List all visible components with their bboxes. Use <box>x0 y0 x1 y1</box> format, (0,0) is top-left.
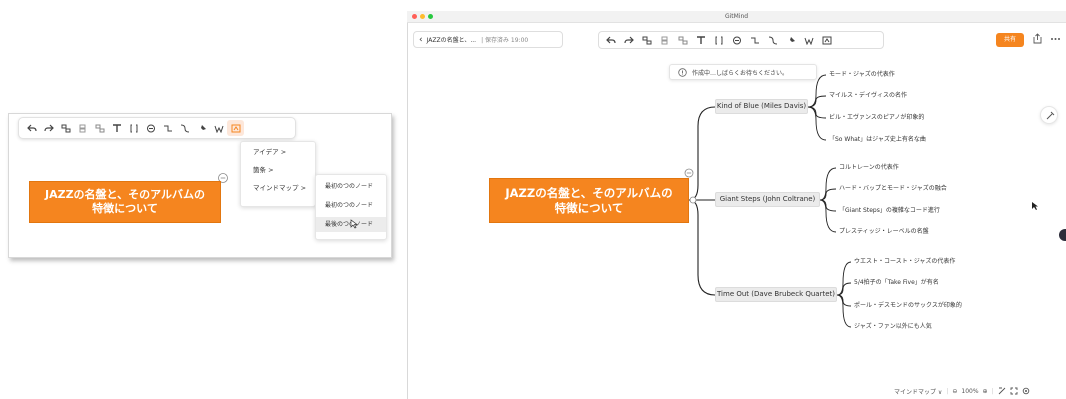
leaf-node[interactable]: ビル・エヴァンスのピアノが印象的 <box>829 114 924 122</box>
leaf-node[interactable]: 5/4拍子の「Take Five」が有名 <box>854 279 939 287</box>
leaf-node[interactable]: ジャズ・ファン以外にも人気 <box>854 323 932 331</box>
leaf-node[interactable]: ポール・デスモンドのサックスが印象的 <box>854 302 962 310</box>
divider: | <box>991 387 994 395</box>
leaf-node[interactable]: コルトレーンの代表作 <box>839 164 899 172</box>
album-node[interactable]: Giant Steps (John Coltrane) <box>715 192 820 207</box>
style-icon[interactable] <box>998 387 1006 395</box>
settings-icon[interactable] <box>1022 387 1030 395</box>
mouse-cursor-icon <box>1032 202 1038 210</box>
leaf-node[interactable]: マイルス・デイヴィスの名作 <box>829 92 907 100</box>
zoom-out-button[interactable]: ⊖ <box>952 388 957 395</box>
leaf-node[interactable]: 「Giant Steps」の複雑なコード進行 <box>839 207 940 215</box>
view-mode-select[interactable]: マインドマップ ∨ <box>894 387 942 396</box>
divider: | <box>946 387 949 395</box>
leaf-node[interactable]: モード・ジャズの代表作 <box>829 71 895 79</box>
leaf-node[interactable]: ウエスト・コースト・ジャズの代表作 <box>854 258 955 266</box>
central-topic[interactable]: JAZZの名盤と、そのアルバムの特徴について <box>489 178 689 223</box>
zoom-level: 100% <box>961 387 979 395</box>
leaf-node[interactable]: ハード・バップとモード・ジャズの融合 <box>839 185 947 193</box>
album-node[interactable]: Time Out (Dave Brubeck Quartet) <box>715 287 837 302</box>
zoom-in-button[interactable]: ⊕ <box>983 388 988 395</box>
central-topic-label: JAZZの名盤と、そのアルバムの特徴について <box>505 185 673 215</box>
album-node[interactable]: Kind of Blue (Miles Davis) <box>715 99 808 114</box>
leaf-node[interactable]: 「So What」はジャズ史上有名な曲 <box>829 136 926 144</box>
leaf-node[interactable]: プレスティッジ・レーベルの名盤 <box>839 228 929 236</box>
fullscreen-icon[interactable] <box>1010 387 1018 395</box>
status-bar: マインドマップ ∨ | ⊖ 100% ⊕ | <box>894 386 1064 396</box>
